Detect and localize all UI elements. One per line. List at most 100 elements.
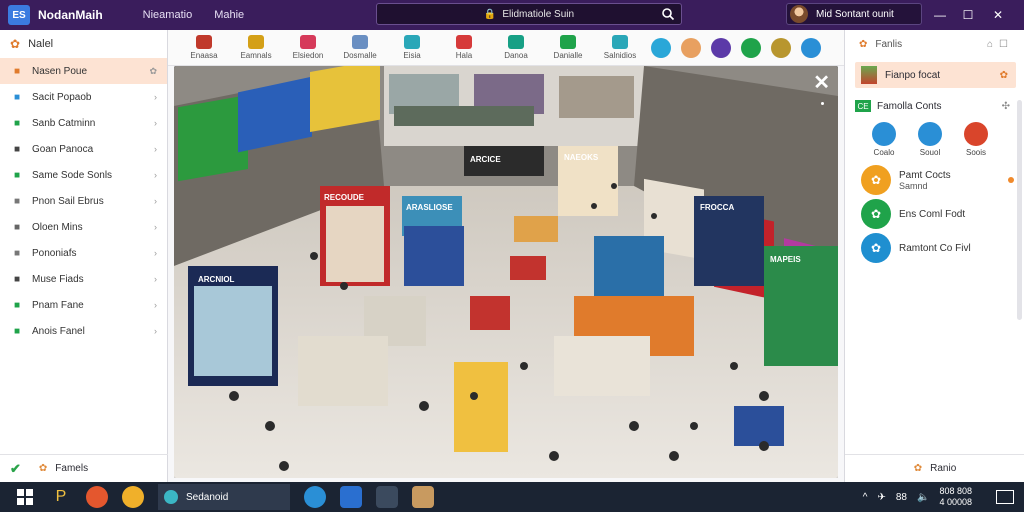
- contacts-section[interactable]: CE Famolla Conts ✣: [845, 94, 1024, 118]
- minimize-button[interactable]: —: [926, 0, 954, 30]
- tool-label: Danoa: [504, 51, 528, 60]
- sidebar-item-7[interactable]: ■ Oloen Mins ›: [0, 214, 167, 240]
- menu-item-2[interactable]: Mahie: [214, 9, 244, 21]
- photos-icon[interactable]: [376, 486, 398, 508]
- search-bar[interactable]: 🔒 Elidmatiole Suin: [376, 3, 682, 25]
- panel-tools[interactable]: ⌂☐: [987, 39, 1014, 50]
- right-panel: ✿ Fanlis ⌂☐ Fianpo focat ✿ CE Famolla Co…: [844, 30, 1024, 482]
- sidebar-item-1[interactable]: ■ Nasen Poue ✿: [0, 58, 167, 84]
- gear-icon[interactable]: ✿: [1000, 70, 1008, 81]
- clock-date: 4 00008: [939, 497, 972, 507]
- row-icon: ✿: [861, 233, 891, 263]
- maximize-button[interactable]: ☐: [954, 0, 982, 30]
- image-viewer[interactable]: ARCNIOL RECOUDE ARCICE NAEOKS FROCCA MAPEIS AR…: [174, 66, 838, 478]
- tool-7[interactable]: Danoa: [490, 31, 542, 65]
- round-tool-6[interactable]: [796, 31, 826, 65]
- close-window-button[interactable]: ✕: [984, 0, 1012, 30]
- firefox-icon[interactable]: [86, 486, 108, 508]
- panel-app-1[interactable]: Coalo: [861, 122, 907, 157]
- sidebar-item-4[interactable]: ■ Goan Panoca ›: [0, 136, 167, 162]
- round-tool-1[interactable]: [646, 31, 676, 65]
- user-account[interactable]: Mid Sontant ounit: [786, 3, 922, 25]
- package-icon: ■: [13, 221, 21, 233]
- sidebar-item-8[interactable]: ■ Pononiafs ›: [0, 240, 167, 266]
- leaf-icon: ■: [13, 299, 21, 311]
- round-tool-4[interactable]: [736, 31, 766, 65]
- tool-4[interactable]: Dosmalle: [334, 31, 386, 65]
- sidebar-item-3[interactable]: ■ Sanb Catminn ›: [0, 110, 167, 136]
- chevron-icon: ›: [154, 144, 157, 154]
- sidebar-item-9[interactable]: ■ Muse Fiads ›: [0, 266, 167, 292]
- settings-icon[interactable]: ✣: [1002, 101, 1010, 112]
- tool-3[interactable]: Elsiedon: [282, 31, 334, 65]
- chevron-icon: ›: [154, 300, 157, 310]
- row-subtitle: Samnd: [899, 180, 928, 191]
- sidebar-footer[interactable]: ✔ ✿ Famels: [0, 454, 168, 482]
- tool-6[interactable]: Hala: [438, 31, 490, 65]
- sidebar-item-6[interactable]: ■ Pnon Sail Ebrus ›: [0, 188, 167, 214]
- menu-item-1[interactable]: Nieamatio: [143, 9, 193, 21]
- close-icon[interactable]: ✕: [813, 70, 830, 95]
- main-content: Enaasa Eamnals Elsiedon Dosmalle Eisia Hala Da…: [168, 30, 844, 482]
- package-icon[interactable]: [412, 486, 434, 508]
- row-icon: ✿: [861, 199, 891, 229]
- right-panel-footer[interactable]: ✿ Ranio: [845, 454, 1024, 482]
- app-label: Soois: [965, 148, 986, 157]
- clock-icon: ■: [13, 195, 21, 207]
- chevron-icon: ›: [154, 326, 157, 336]
- volume-icon[interactable]: 🔈: [917, 492, 929, 503]
- round-tool-3[interactable]: [706, 31, 736, 65]
- notification-icon[interactable]: [996, 490, 1014, 504]
- chevron-icon: ›: [154, 196, 157, 206]
- tool-9[interactable]: Salnidios: [594, 31, 646, 65]
- app-icon: [918, 122, 942, 146]
- chrome-icon[interactable]: [122, 486, 144, 508]
- app-icon: [964, 122, 988, 146]
- sidebar-item-10[interactable]: ■ Pnam Fane ›: [0, 292, 167, 318]
- sidebar-item-2[interactable]: ■ Sacit Popaob ›: [0, 84, 167, 110]
- round-tool-2[interactable]: [676, 31, 706, 65]
- mall-scene: ARCNIOL RECOUDE ARCICE NAEOKS FROCCA MAPEIS AR…: [174, 66, 838, 478]
- chevron-icon: ✿: [149, 65, 157, 76]
- panel-app-3[interactable]: Soois: [953, 122, 999, 157]
- search-icon[interactable]: [661, 7, 675, 21]
- chevron-up-icon[interactable]: ^: [863, 492, 868, 503]
- toolbar: Enaasa Eamnals Elsiedon Dosmalle Eisia Hala Da…: [168, 30, 844, 66]
- featured-label: Fianpo focat: [885, 69, 941, 81]
- taskbar-active-app[interactable]: Sedanoid: [158, 484, 290, 510]
- sidebar-header[interactable]: ✿ Nalel: [0, 30, 167, 58]
- sidebar-item-label: Sacit Popaob: [32, 91, 92, 103]
- tool-2[interactable]: Eamnals: [230, 31, 282, 65]
- windows-start-icon[interactable]: [14, 486, 36, 508]
- gear-icon: ✿: [913, 463, 923, 474]
- tool-8[interactable]: Danialle: [542, 31, 594, 65]
- app-title: NodanMaih: [38, 8, 103, 22]
- clock[interactable]: 808 808 4 00008: [939, 486, 982, 508]
- tool-5[interactable]: Eisia: [386, 31, 438, 65]
- pen-icon[interactable]: P: [50, 486, 72, 508]
- scrollbar[interactable]: [1017, 100, 1022, 320]
- left-sidebar: ✿ Nalel ■ Nasen Poue ✿ ■ Sacit Popaob › ■ Sanb …: [0, 30, 168, 482]
- panel-row-2[interactable]: ✿ Ens Coml Fodt: [845, 197, 1024, 231]
- store-icon[interactable]: [340, 486, 362, 508]
- face-icon: [681, 37, 701, 58]
- featured-item[interactable]: Fianpo focat ✿: [855, 62, 1016, 88]
- store-sign: RECOUDE: [324, 193, 365, 202]
- panel-row-3[interactable]: ✿ Ramtont Co Fivl: [845, 231, 1024, 265]
- sidebar-item-label: Same Sode Sonls: [32, 169, 113, 181]
- checkmark-icon: [508, 35, 524, 49]
- sidebar-item-5[interactable]: ■ Same Sode Sonls ›: [0, 162, 167, 188]
- round-tool-5[interactable]: [766, 31, 796, 65]
- panel-app-2[interactable]: Souol: [907, 122, 953, 157]
- panel-row-1[interactable]: ✿ Pamt Cocts Samnd: [845, 163, 1024, 197]
- battery-icon[interactable]: 88: [896, 492, 907, 503]
- airplane-icon[interactable]: ✈: [877, 492, 885, 503]
- edge-icon[interactable]: [304, 486, 326, 508]
- camera-icon: [300, 35, 316, 49]
- sidebar-item-label: Pnam Fane: [32, 299, 84, 311]
- tool-label: Eisia: [403, 51, 421, 60]
- tool-1[interactable]: Enaasa: [178, 31, 230, 65]
- sidebar-item-11[interactable]: ■ Anois Fanel ›: [0, 318, 167, 344]
- system-tray: ^ ✈ 88 🔈 808 808 4 00008: [863, 482, 1024, 512]
- right-panel-title: Fanlis: [875, 38, 903, 50]
